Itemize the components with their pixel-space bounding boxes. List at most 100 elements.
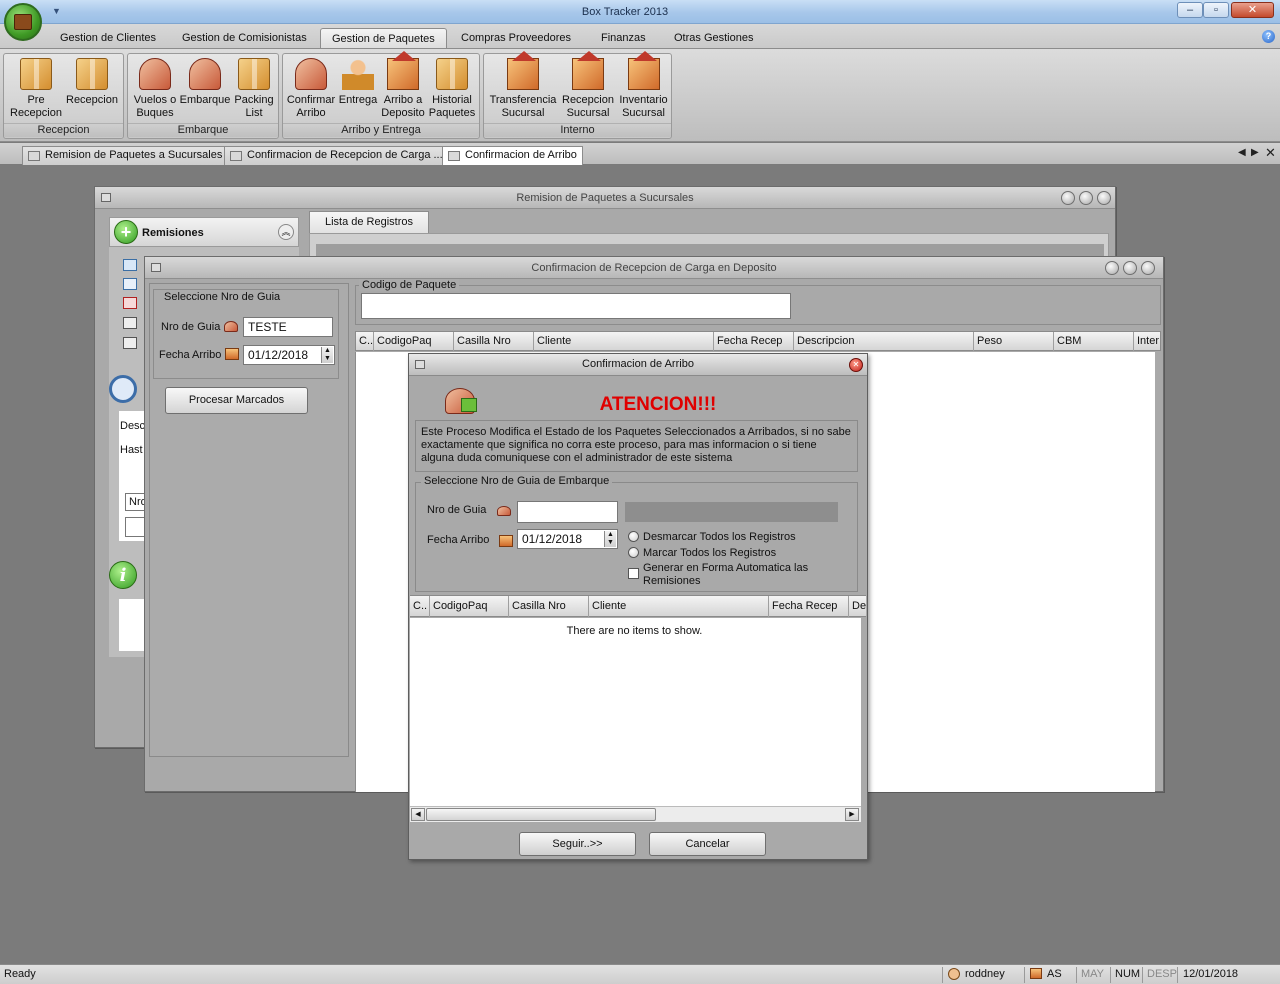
house-icon [499, 535, 513, 547]
minimize-button[interactable]: – [1177, 2, 1203, 18]
tab-compras-proveedores[interactable]: Compras Proveedores [455, 28, 577, 49]
doc-tab-confirmacion-carga[interactable]: Confirmacion de Recepcion de Carga ... [224, 146, 449, 165]
seguir-button[interactable]: Seguir..>> [519, 832, 636, 856]
scroll-right-icon[interactable]: ▶ [845, 808, 859, 821]
dialog-title: Confirmacion de Arribo [409, 354, 867, 376]
close-button[interactable] [1097, 191, 1111, 205]
close-tab-icon[interactable]: ✕ [1265, 145, 1276, 161]
horizontal-scrollbar[interactable]: ◀ ▶ [410, 806, 861, 822]
generar-remisiones-checkbox[interactable] [628, 568, 639, 579]
maximize-button[interactable] [1079, 191, 1093, 205]
close-button[interactable]: ✕ [849, 358, 863, 372]
column-header[interactable]: Peso [974, 332, 1054, 351]
doc-tab-confirmacion-arribo[interactable]: Confirmacion de Arribo [442, 146, 583, 165]
add-icon[interactable]: + [114, 220, 138, 244]
procesar-marcados-button[interactable]: Procesar Marcados [165, 387, 308, 414]
print-icon[interactable] [123, 337, 137, 349]
remisiones-panel-header[interactable]: + Remisiones ︽ [109, 217, 299, 247]
codigo-paquete-input[interactable] [361, 293, 791, 319]
cancelar-button[interactable]: Cancelar [649, 832, 766, 856]
tab-gestion-clientes[interactable]: Gestion de Clientes [54, 28, 162, 49]
column-header[interactable]: De [849, 596, 866, 617]
box-icon [238, 58, 270, 90]
column-header[interactable]: Fecha Recep [769, 596, 849, 617]
scroll-left-icon[interactable]: ◀ [411, 808, 425, 821]
doc-tab-remision[interactable]: Remision de Paquetes a Sucursales [22, 146, 229, 165]
button-label: Buques [136, 107, 174, 119]
ribbon-group-embarque: Vuelos o Buques Embarque Packing List Em… [127, 53, 279, 139]
tab-finanzas[interactable]: Finanzas [595, 28, 652, 49]
embarque-button[interactable]: Embarque [179, 56, 231, 107]
confirmacion-arribo-dialog: Confirmacion de Arribo ✕ ATENCION!!! Est… [408, 353, 868, 860]
recepcion-sucursal-button[interactable]: Recepcion Sucursal [559, 51, 617, 120]
maximize-button[interactable]: ▫ [1203, 2, 1229, 18]
desmarcar-radio[interactable] [628, 531, 639, 542]
nro-search-field[interactable]: Nro [125, 493, 145, 511]
collapse-icon[interactable]: ︽ [278, 224, 294, 240]
inventario-sucursal-button[interactable]: Inventario Sucursal [616, 51, 671, 120]
date-spinner[interactable]: ▲ ▼ [604, 531, 616, 547]
vuelos-buques-button[interactable]: Vuelos o Buques [130, 56, 180, 120]
maximize-button[interactable] [1123, 261, 1137, 275]
pre-recepcion-button[interactable]: Pre Recepcion [8, 56, 64, 120]
fecha-arribo-input[interactable]: 01/12/2018 ▲ ▼ [243, 345, 335, 365]
tab-otras-gestiones[interactable]: Otras Gestiones [668, 28, 759, 49]
button-label: Sucursal [501, 107, 545, 119]
window-icon [230, 151, 242, 161]
tab-gestion-comisionistas[interactable]: Gestion de Comisionistas [176, 28, 313, 49]
tab-scroll-left-icon[interactable]: ◀ [1238, 147, 1246, 158]
nro-guia-input[interactable]: TESTE [243, 317, 333, 337]
column-header[interactable]: Inter [1134, 332, 1160, 351]
column-header[interactable]: CBM [1054, 332, 1134, 351]
status-date: 12/01/2018 [1183, 968, 1239, 980]
marcar-radio[interactable] [628, 547, 639, 558]
box-icon [436, 58, 468, 90]
marcar-label: Marcar Todos los Registros [643, 547, 777, 559]
column-header[interactable]: Cliente [589, 596, 769, 617]
button-label: Entrega [338, 94, 378, 106]
button-label: Deposito [381, 107, 425, 119]
column-header[interactable]: CodigoPaq [374, 332, 454, 351]
status-divider [1110, 967, 1111, 983]
help-icon[interactable]: ? [1262, 30, 1275, 43]
close-button[interactable] [1141, 261, 1155, 275]
delete-icon[interactable] [123, 297, 137, 309]
status-divider [1142, 967, 1143, 983]
fecha-arribo-input[interactable]: 01/12/2018 ▲ ▼ [517, 529, 618, 549]
tab-gestion-paquetes[interactable]: Gestion de Paquetes [320, 28, 447, 49]
search-field[interactable] [125, 517, 145, 537]
transferencia-sucursal-button[interactable]: Transferencia Sucursal [486, 51, 560, 120]
arribo-deposito-button[interactable]: Arribo a Deposito [379, 51, 427, 120]
column-header[interactable]: C.. [356, 332, 374, 351]
packing-list-button[interactable]: Packing List [230, 56, 278, 120]
minimize-button[interactable] [1105, 261, 1119, 275]
column-header[interactable]: Fecha Recep [714, 332, 794, 351]
column-header[interactable]: Casilla Nro [454, 332, 534, 351]
folder-icon[interactable] [123, 259, 137, 271]
column-header[interactable]: C.. [410, 596, 430, 617]
print-icon[interactable] [123, 317, 137, 329]
edit-icon[interactable] [123, 278, 137, 290]
house-icon [572, 51, 604, 90]
column-header[interactable]: CodigoPaq [430, 596, 509, 617]
minimize-button[interactable] [1061, 191, 1075, 205]
column-header[interactable]: Casilla Nro [509, 596, 589, 617]
fecha-value: 01/12/2018 [522, 532, 583, 546]
nro-guia-input[interactable] [517, 501, 618, 523]
button-label: Arribo a [383, 94, 423, 106]
recepcion-button[interactable]: Recepcion [64, 56, 120, 107]
entrega-button[interactable]: Entrega [336, 56, 380, 107]
ribbon-panel: Pre Recepcion Recepcion Recepcion Vuelos… [0, 48, 1280, 142]
status-may: MAY [1081, 968, 1105, 980]
date-spinner[interactable]: ▲ ▼ [321, 347, 333, 363]
close-window-button[interactable]: ✕ [1231, 2, 1274, 18]
historial-paquetes-button[interactable]: Historial Paquetes [427, 56, 477, 120]
column-header[interactable]: Cliente [534, 332, 714, 351]
app-menu-orb-icon[interactable] [4, 3, 42, 41]
confirmar-arribo-button[interactable]: Confirmar Arribo [285, 56, 337, 120]
tab-scroll-right-icon[interactable]: ▶ [1251, 147, 1259, 158]
tab-lista-registros[interactable]: Lista de Registros [309, 211, 429, 233]
column-header[interactable]: Descripcion [794, 332, 974, 351]
scroll-thumb[interactable] [426, 808, 656, 821]
house-icon [627, 51, 660, 90]
